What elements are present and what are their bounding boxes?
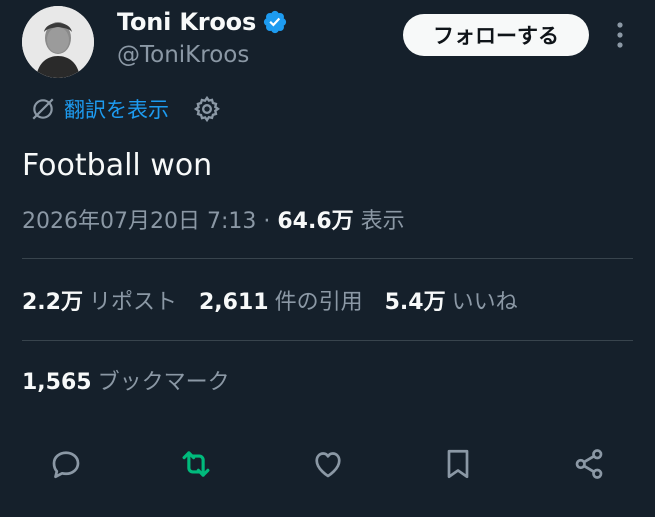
quote-stat[interactable]: 2,611 件の引用 — [199, 290, 385, 315]
follow-button[interactable]: フォローする — [403, 14, 589, 56]
divider — [22, 340, 633, 341]
author-row: Toni Kroos — [117, 8, 288, 36]
bookmark-icon — [447, 449, 469, 479]
reply-icon — [52, 451, 80, 479]
share-icon — [575, 449, 603, 479]
translate-row: 翻訳を表示 — [30, 94, 221, 124]
view-count: 64.6万 — [277, 209, 354, 234]
divider — [22, 258, 633, 259]
verified-badge-icon — [263, 10, 287, 34]
meta-separator: · — [263, 209, 271, 234]
author-handle[interactable]: @ToniKroos — [117, 42, 249, 68]
tweet-text: Football won — [22, 148, 213, 183]
like-button[interactable] — [308, 444, 348, 484]
reply-button[interactable] — [46, 444, 86, 484]
repost-stat[interactable]: 2.2万 リポスト — [22, 290, 199, 315]
more-icon[interactable] — [610, 18, 630, 52]
like-icon — [315, 452, 341, 478]
bookmark-label: ブックマーク — [97, 370, 230, 395]
translate-link[interactable]: 翻訳を表示 — [64, 94, 169, 124]
engagement-stats: 2.2万 リポスト 2,611 件の引用 5.4万 いいね — [22, 284, 540, 316]
tweet-meta: 2026年07月20日 7:13 · 64.6万 表示 — [22, 203, 405, 235]
avatar[interactable] — [22, 6, 94, 78]
translate-icon[interactable] — [30, 96, 56, 122]
view-label: 表示 — [360, 209, 405, 234]
repost-icon — [182, 451, 210, 477]
bookmark-stat: 1,565 ブックマーク — [22, 364, 230, 396]
share-button[interactable] — [569, 444, 609, 484]
bookmark-button[interactable] — [438, 444, 478, 484]
like-stat[interactable]: 5.4万 いいね — [385, 290, 540, 315]
repost-button[interactable] — [176, 444, 216, 484]
author-name[interactable]: Toni Kroos — [117, 8, 256, 36]
tweet-timestamp[interactable]: 2026年07月20日 7:13 — [22, 209, 256, 234]
gear-icon[interactable] — [193, 95, 221, 123]
bookmark-count: 1,565 — [22, 370, 92, 395]
